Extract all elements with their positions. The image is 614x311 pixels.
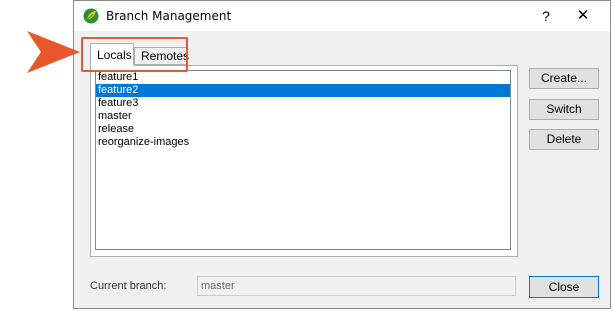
branch-list[interactable]: feature1 feature2 feature3 master releas… bbox=[95, 70, 511, 250]
close-button[interactable]: Close bbox=[529, 276, 599, 298]
window-title: Branch Management bbox=[106, 9, 232, 23]
list-item-branch-selected[interactable]: feature2 bbox=[96, 84, 510, 97]
list-item-branch[interactable]: master bbox=[96, 110, 510, 123]
current-branch-label: Current branch: bbox=[90, 280, 167, 292]
title-bar: Branch Management ? ✕ bbox=[74, 1, 610, 31]
create-button[interactable]: Create... bbox=[529, 68, 599, 89]
list-item-branch[interactable]: feature1 bbox=[96, 71, 510, 84]
help-button[interactable]: ? bbox=[534, 5, 558, 27]
list-item-branch[interactable]: reorganize-images bbox=[96, 136, 510, 149]
delete-button[interactable]: Delete bbox=[529, 129, 599, 150]
tab-panel-locals: feature1 feature2 feature3 master releas… bbox=[90, 65, 518, 257]
tab-highlight-callout bbox=[81, 37, 188, 72]
window-close-button[interactable]: ✕ bbox=[568, 5, 598, 27]
list-item-branch[interactable]: release bbox=[96, 123, 510, 136]
current-branch-field: master bbox=[197, 276, 516, 296]
switch-button[interactable]: Switch bbox=[529, 99, 599, 120]
leaf-app-icon bbox=[83, 8, 99, 24]
callout-arrow-icon bbox=[27, 31, 80, 73]
list-item-branch[interactable]: feature3 bbox=[96, 97, 510, 110]
